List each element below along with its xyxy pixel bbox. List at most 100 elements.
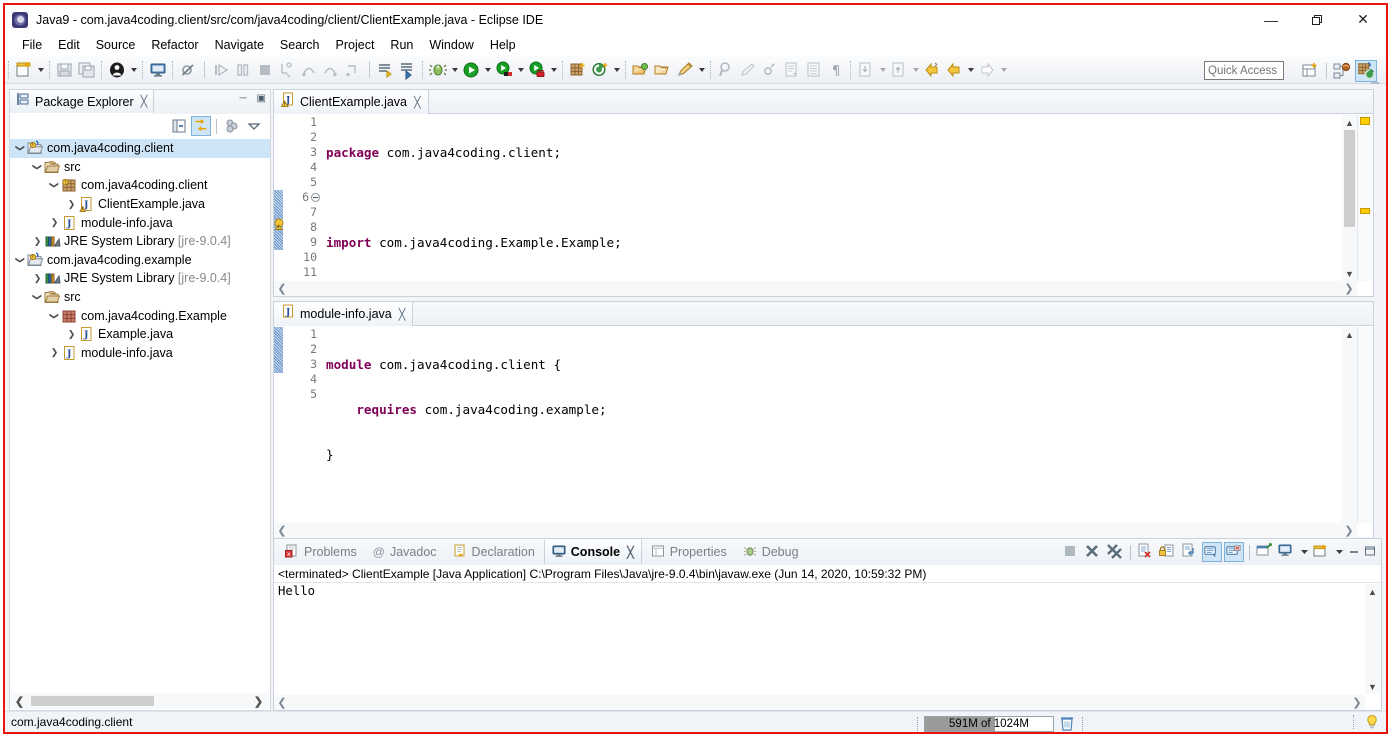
run-server-dropdown[interactable] [548, 60, 559, 80]
menu-file[interactable]: File [14, 36, 50, 54]
menu-edit[interactable]: Edit [50, 36, 88, 54]
scroll-lock-icon[interactable] [1158, 542, 1178, 562]
overview-warning-marker[interactable] [1360, 117, 1370, 125]
annotation-icon[interactable] [675, 60, 695, 80]
editor2-overview-ruler[interactable] [1357, 327, 1372, 523]
editor2-vscrollbar[interactable]: ▲ [1342, 327, 1357, 523]
tree-item-clientexample-java[interactable]: ❯J!ClientExample.java [10, 195, 270, 214]
menu-help[interactable]: Help [482, 36, 524, 54]
trash-icon[interactable] [1058, 715, 1078, 732]
tab-javadoc[interactable]: @ Javadoc [366, 540, 444, 564]
tab-package-explorer[interactable]: Package Explorer ╳ [10, 90, 154, 114]
close-icon[interactable]: ╳ [141, 95, 148, 108]
quick-access-input[interactable] [1204, 61, 1284, 80]
close-icon[interactable]: ╳ [414, 96, 421, 109]
save-icon[interactable] [55, 60, 75, 80]
new-java-class-dropdown[interactable] [611, 60, 622, 80]
maximize-icon[interactable] [1363, 542, 1377, 562]
scroll-left-icon[interactable]: ❮ [11, 694, 28, 709]
run-server-icon[interactable] [527, 60, 547, 80]
maximize-icon[interactable]: ▣ [257, 93, 266, 104]
tree-item-src[interactable]: ❯src [10, 158, 270, 177]
view-menu-icon[interactable] [222, 116, 242, 136]
chevron-right-icon[interactable]: ❯ [48, 214, 61, 232]
editor2-code[interactable]: module com.java4coding.client { requires… [320, 327, 1373, 538]
run-icon[interactable] [461, 60, 481, 80]
memory-bar[interactable]: 591M of 1024M [924, 716, 1054, 732]
word-wrap-icon[interactable] [1180, 542, 1200, 562]
skip-breakpoints-icon[interactable] [178, 60, 198, 80]
tree-item-module-info-java[interactable]: ❯Jmodule-info.java [10, 213, 270, 232]
scroll-left-icon[interactable]: ❮ [274, 282, 290, 295]
scroll-up-icon[interactable]: ▲ [1365, 584, 1380, 599]
scroll-down-icon[interactable]: ▼ [1342, 266, 1357, 281]
view-dropdown-icon[interactable] [244, 116, 264, 136]
package-explorer-tree[interactable]: ❯!com.java4coding.client❯src❯!com.java4c… [10, 139, 270, 695]
new-wizard-icon[interactable] [14, 60, 34, 80]
scroll-left-icon[interactable]: ❮ [274, 696, 290, 709]
open-perspective-icon[interactable] [1300, 60, 1322, 82]
editor2-body[interactable]: 12345 module com.java4coding.client { re… [274, 327, 1373, 538]
back-dropdown[interactable] [965, 60, 976, 80]
menu-run[interactable]: Run [382, 36, 421, 54]
new-java-class-icon[interactable] [590, 60, 610, 80]
display-selected-console-icon[interactable] [1277, 542, 1297, 562]
menu-project[interactable]: Project [328, 36, 383, 54]
run-coverage-icon[interactable] [494, 60, 514, 80]
restore-button[interactable] [1294, 5, 1340, 34]
open-console-dropdown-icon[interactable] [1334, 542, 1345, 562]
editor1-annotation-ruler[interactable]: ! [274, 115, 286, 296]
console-vscrollbar[interactable]: ▲ ▼ [1365, 584, 1380, 694]
show-console-on-error-icon[interactable] [1224, 542, 1244, 562]
scroll-up-icon[interactable]: ▲ [1342, 115, 1357, 130]
menu-refactor[interactable]: Refactor [143, 36, 206, 54]
debug-dropdown[interactable] [449, 60, 460, 80]
clear-console-icon[interactable] [1136, 542, 1156, 562]
scroll-left-icon[interactable]: ❮ [274, 524, 290, 537]
tab-client-example-java[interactable]: J ! ClientExample.java ╳ [274, 90, 429, 114]
chevron-right-icon[interactable]: ❯ [31, 232, 44, 250]
scroll-right-icon[interactable]: ❯ [1341, 524, 1357, 537]
package-explorer-hscrollbar[interactable]: ❮ ❯ [11, 693, 269, 709]
console-hscrollbar[interactable]: ❮ ❯ [274, 695, 1365, 710]
remove-all-launches-icon[interactable] [1105, 542, 1125, 562]
editor1-hscrollbar[interactable]: ❮ ❯ [274, 281, 1357, 296]
build-project-icon[interactable] [398, 60, 418, 80]
chevron-right-icon[interactable]: ❯ [65, 325, 78, 343]
editor2-hscrollbar[interactable]: ❮ ❯ [274, 523, 1357, 538]
close-icon[interactable]: ╳ [627, 546, 634, 559]
vscroll-thumb[interactable] [1344, 130, 1355, 227]
editor2-annotation-ruler[interactable] [274, 327, 286, 538]
remove-launch-icon[interactable] [1083, 542, 1103, 562]
open-type-icon[interactable] [631, 60, 651, 80]
tree-item-com-java4coding-example[interactable]: ❯!com.java4coding.example [10, 251, 270, 270]
chevron-right-icon[interactable]: ❯ [31, 269, 44, 287]
tree-item-jre-system-library[interactable]: ❯JRE System Library [jre-9.0.4] [10, 232, 270, 251]
editor1-overview-ruler[interactable] [1357, 115, 1372, 281]
scroll-right-icon[interactable]: ❯ [250, 694, 267, 709]
tab-debug[interactable]: Debug [736, 540, 806, 564]
scroll-right-icon[interactable]: ❯ [1341, 282, 1357, 295]
hscroll-thumb[interactable] [31, 696, 154, 706]
pin-console-icon[interactable] [1255, 542, 1275, 562]
scroll-right-icon[interactable]: ❯ [1349, 696, 1365, 709]
menu-navigate[interactable]: Navigate [207, 36, 272, 54]
close-icon[interactable]: ╳ [399, 308, 406, 321]
save-all-icon[interactable] [77, 60, 97, 80]
show-console-on-output-icon[interactable] [1202, 542, 1222, 562]
chevron-right-icon[interactable]: ❯ [65, 195, 78, 213]
tree-item-src[interactable]: ❯src [10, 288, 270, 307]
menu-window[interactable]: Window [421, 36, 481, 54]
overview-warning-marker[interactable] [1360, 208, 1370, 214]
tab-declaration[interactable]: Declaration [446, 540, 542, 564]
tree-item-example-java[interactable]: ❯JExample.java [10, 325, 270, 344]
tip-of-the-day-icon[interactable] [1364, 714, 1380, 730]
open-console-icon[interactable] [1312, 542, 1332, 562]
minimize-button[interactable]: — [1248, 5, 1294, 34]
tab-problems[interactable]: x Problems [278, 540, 364, 564]
minimize-icon[interactable] [1347, 542, 1361, 562]
warning-marker-icon[interactable]: ! [274, 218, 286, 236]
debug-icon[interactable] [428, 60, 448, 80]
tree-item-com-java4coding-example[interactable]: ❯com.java4coding.Example [10, 306, 270, 325]
close-button[interactable]: ✕ [1340, 5, 1386, 34]
